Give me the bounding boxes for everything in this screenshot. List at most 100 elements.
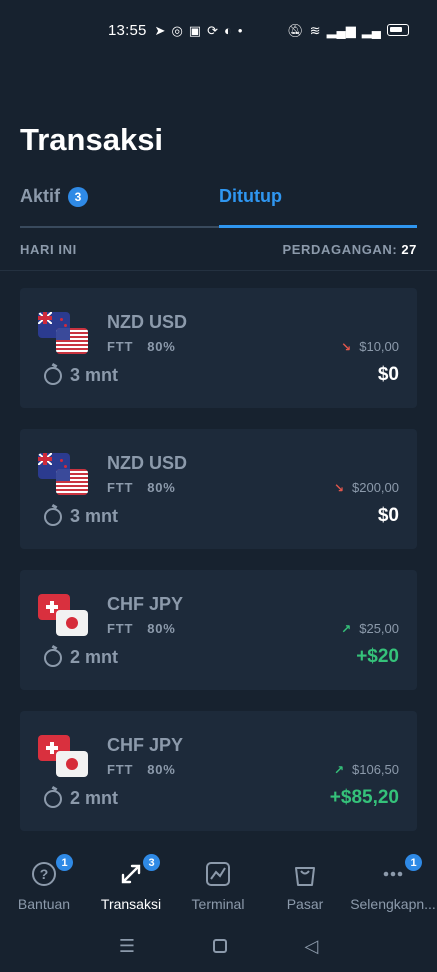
- payout-percent: 80%: [147, 339, 176, 354]
- amount-value: $25,00: [359, 621, 399, 636]
- tab-active-indicator: [219, 225, 417, 228]
- summary-row: HARI INI PERDAGANGAN: 27: [20, 242, 417, 260]
- home-icon[interactable]: [212, 939, 227, 953]
- arrow-up-icon: ↗: [341, 621, 352, 636]
- trade-card[interactable]: NZD USD FTT 80% ↘ $10,00 3 mnt $0: [20, 288, 417, 408]
- trade-type-label: FTT: [107, 480, 134, 495]
- duration-value: 2 mnt: [70, 788, 119, 808]
- timer-icon: [44, 366, 62, 385]
- recent-apps-icon[interactable]: ☰: [119, 936, 135, 957]
- chart-icon: [204, 860, 232, 888]
- nav-label: Bantuan: [17, 896, 71, 912]
- trade-amount: ↗ $106,50: [334, 762, 399, 777]
- tabs: Aktif 3 Ditutup: [20, 186, 417, 230]
- trade-type: FTT 80%: [107, 480, 176, 495]
- duration-value: 3 mnt: [70, 365, 119, 385]
- payout-percent: 80%: [147, 762, 176, 777]
- trade-type-label: FTT: [107, 762, 134, 777]
- trade-type: FTT 80%: [107, 621, 176, 636]
- back-icon[interactable]: ◁: [304, 936, 318, 957]
- trade-card[interactable]: CHF JPY FTT 80% ↗ $25,00 2 mnt +$20: [20, 570, 417, 690]
- nav-label: Transaksi: [100, 896, 162, 912]
- currency-flags: [38, 735, 90, 779]
- duration-value: 3 mnt: [70, 506, 119, 526]
- shopping-bag-icon: [291, 860, 319, 888]
- page-title: Transaksi: [20, 122, 164, 157]
- nav-label: Selengkapn...: [350, 896, 436, 912]
- trade-count: PERDAGANGAN: 27: [283, 242, 417, 257]
- trade-duration: 3 mnt: [44, 365, 118, 386]
- trade-profit: $0: [377, 505, 399, 526]
- tab-closed[interactable]: Ditutup: [219, 186, 282, 207]
- arrow-down-icon: ↘: [333, 480, 344, 495]
- amount-value: $10,00: [359, 339, 399, 354]
- status-time: 13:55: [108, 21, 147, 39]
- help-icon: ?: [30, 860, 58, 888]
- mute-icon: 🔕︎: [287, 22, 304, 38]
- trade-card[interactable]: CHF JPY FTT 80% ↗ $106,50 2 mnt +$85,20: [20, 711, 417, 831]
- notification-icons: ➤ ◎ ▣ ⟳ ◐ •: [155, 24, 243, 37]
- wifi-icon: ≋: [309, 22, 321, 38]
- trade-type-label: FTT: [107, 339, 134, 354]
- timer-icon: [44, 648, 62, 667]
- nav-label: Pasar: [286, 896, 324, 912]
- trade-card[interactable]: NZD USD FTT 80% ↘ $200,00 3 mnt $0: [20, 429, 417, 549]
- trade-amount: ↗ $25,00: [341, 621, 399, 636]
- arrow-down-icon: ↘: [341, 339, 352, 354]
- timer-icon: [44, 507, 62, 526]
- trade-duration: 3 mnt: [44, 506, 118, 527]
- system-nav-bar: ☰ ◁: [0, 920, 437, 972]
- currency-pair: NZD USD: [107, 312, 187, 332]
- trade-profit: +$20: [356, 646, 399, 667]
- trade-amount: ↘ $10,00: [341, 339, 399, 354]
- nav-item-transaksi[interactable]: 3 Transaksi: [88, 848, 174, 920]
- jp-flag-icon: [56, 751, 88, 777]
- transactions-icon: [117, 860, 145, 888]
- telegram-icon: ➤: [154, 22, 166, 38]
- tab-active[interactable]: Aktif 3: [20, 186, 88, 207]
- dot-icon: •: [237, 22, 243, 38]
- currency-pair: CHF JPY: [107, 735, 184, 755]
- arrow-up-icon: ↗: [333, 762, 344, 777]
- whatsapp-icon: ◎: [171, 22, 183, 38]
- us-flag-icon: [56, 328, 88, 354]
- trade-count-label: PERDAGANGAN:: [282, 242, 398, 257]
- nav-item-selengkapnya[interactable]: 1 Selengkapn...: [350, 848, 436, 920]
- trade-amount: ↘ $200,00: [334, 480, 399, 495]
- nav-item-pasar[interactable]: Pasar: [262, 848, 348, 920]
- us-flag-icon: [56, 469, 88, 495]
- payout-percent: 80%: [147, 621, 176, 636]
- trade-duration: 2 mnt: [44, 788, 118, 809]
- timer-icon: [44, 789, 62, 808]
- svg-text:?: ?: [40, 866, 49, 882]
- tab-underline: [20, 226, 219, 228]
- currency-pair: NZD USD: [107, 453, 187, 473]
- trade-type: FTT 80%: [107, 762, 176, 777]
- more-icon: [379, 860, 407, 888]
- amount-value: $106,50: [352, 762, 399, 777]
- date-filter-label[interactable]: HARI INI: [20, 242, 77, 257]
- status-bar: 13:55 ➤ ◎ ▣ ⟳ ◐ • 🔕︎ ≋ ▂▄▆ ▂▄: [0, 0, 437, 60]
- currency-flags: [38, 312, 90, 356]
- app-icon: ◐: [224, 22, 232, 38]
- bottom-nav: ? 1 Bantuan 3 Transaksi Terminal Pasar 1…: [0, 848, 437, 920]
- payout-percent: 80%: [147, 480, 176, 495]
- tab-active-label: Aktif: [20, 186, 60, 206]
- trade-count-value: 27: [401, 242, 417, 257]
- currency-flags: [38, 453, 90, 497]
- signal-2-icon: ▂▄: [361, 22, 381, 38]
- trade-type: FTT 80%: [107, 339, 176, 354]
- nav-badge: 1: [405, 854, 422, 871]
- divider: [0, 270, 437, 271]
- nav-label: Terminal: [191, 896, 245, 912]
- tab-active-badge: 3: [68, 186, 88, 207]
- jp-flag-icon: [56, 610, 88, 636]
- system-icons: 🔕︎ ≋ ▂▄▆ ▂▄: [287, 24, 409, 37]
- trade-profit: +$85,20: [329, 787, 399, 808]
- trade-type-label: FTT: [107, 621, 134, 636]
- nav-item-bantuan[interactable]: ? 1 Bantuan: [1, 848, 87, 920]
- nav-item-terminal[interactable]: Terminal: [175, 848, 261, 920]
- nav-badge: 1: [56, 854, 73, 871]
- battery-icon: [387, 24, 409, 36]
- currency-flags: [38, 594, 90, 638]
